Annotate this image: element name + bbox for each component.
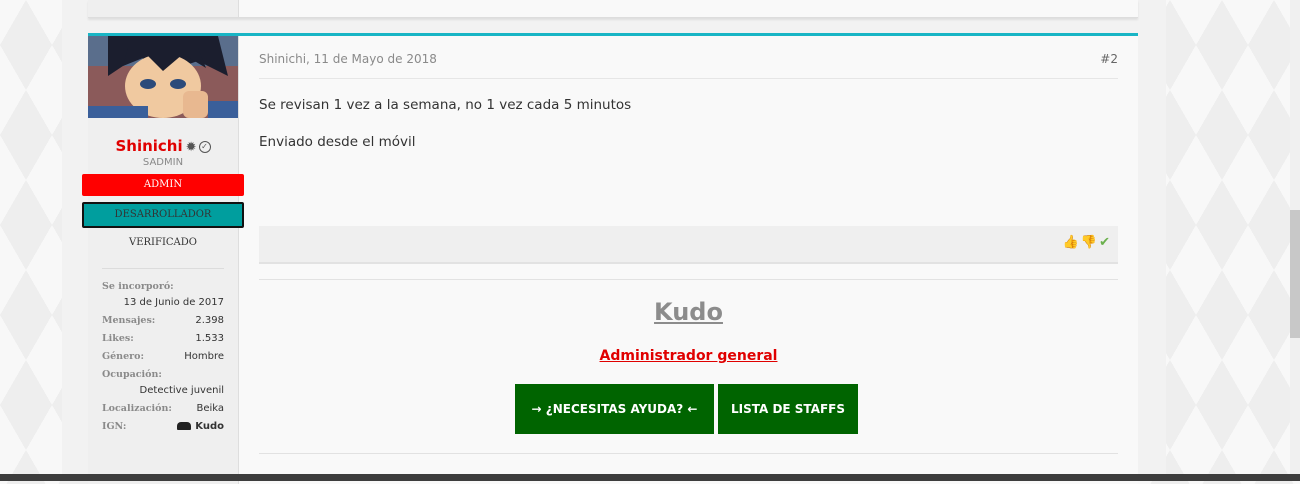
previous-post — [88, 0, 1138, 18]
location-row: Localización: Beika — [102, 403, 224, 421]
post-date[interactable]: Shinichi, 11 de Mayo de 2018 — [259, 52, 437, 66]
username[interactable]: Shinichi ✹ ✓ — [88, 137, 238, 155]
message-line-2: Enviado desde el móvil — [259, 134, 416, 150]
signature-name[interactable]: Kudo — [259, 298, 1118, 326]
gender-value: Hombre — [184, 351, 224, 362]
staff-badge-icon: ✹ — [185, 140, 197, 155]
location-value: Beika — [196, 403, 224, 414]
developer-banner: DESARROLLADOR — [82, 202, 244, 228]
occupation-value: Detective juvenil — [139, 385, 224, 396]
staff-list-button[interactable]: LISTA DE STAFFS — [718, 384, 858, 434]
scrollbar[interactable] — [1290, 0, 1300, 481]
post-permalink[interactable]: #2 — [1100, 52, 1118, 66]
gender-row: Género: Hombre — [102, 351, 224, 369]
joined-value: 13 de Junio de 2017 — [123, 297, 224, 308]
likes-row: Likes: 1.533 — [102, 333, 224, 351]
username-text[interactable]: Shinichi — [115, 137, 182, 155]
verified-banner: VERIFICADO — [129, 237, 197, 248]
like-icon[interactable]: 👍 — [1063, 235, 1079, 250]
location-label: Localización: — [102, 403, 172, 414]
verified-badge-icon: ✓ — [198, 140, 211, 153]
joined-value-row: 13 de Junio de 2017 — [102, 297, 224, 315]
ign-row: IGN: Kudo — [102, 421, 224, 439]
footer-bar — [0, 474, 1300, 481]
occupation-value-row: Detective juvenil — [102, 385, 224, 403]
likes-value: 1.533 — [195, 333, 224, 344]
ign-value-wrap: Kudo — [177, 421, 224, 432]
likes-bar: 👍 👎 ✔ — [259, 226, 1118, 264]
likes-label: Likes: — [102, 333, 134, 344]
scrollbar-thumb[interactable] — [1290, 210, 1300, 338]
avatar[interactable] — [88, 36, 238, 118]
messages-label: Mensajes: — [102, 315, 156, 326]
signature-divider — [259, 279, 1118, 280]
ign-label: IGN: — [102, 421, 127, 432]
previous-post-sidebar — [88, 0, 239, 17]
minecraft-head-icon — [177, 422, 192, 430]
occupation-label: Ocupación: — [102, 369, 162, 380]
check-icon[interactable]: ✔ — [1099, 235, 1110, 250]
user-info-column: Shinichi ✹ ✓ SADMIN ADMIN DESARROLLADOR VE… — [82, 36, 244, 484]
ign-value: Kudo — [195, 421, 224, 432]
admin-banner: ADMIN — [82, 174, 244, 196]
messages-value[interactable]: 2.398 — [195, 315, 224, 326]
signature-bottom-divider — [259, 453, 1118, 454]
forum-post: Shinichi ✹ ✓ SADMIN ADMIN DESARROLLADOR VE… — [82, 33, 1138, 484]
joined-label: Se incorporó: — [102, 281, 174, 292]
user-title: SADMIN — [142, 157, 184, 168]
messages-row: Mensajes: 2.398 — [102, 315, 224, 333]
gender-label: Género: — [102, 351, 144, 362]
reaction-icons: 👍 👎 ✔ — [1061, 235, 1110, 250]
avatar-image — [88, 36, 238, 118]
post-meta: Shinichi, 11 de Mayo de 2018 #2 — [259, 50, 1118, 79]
signature-role[interactable]: Administrador general — [259, 348, 1118, 364]
dislike-icon[interactable]: 👎 — [1081, 235, 1097, 250]
help-button[interactable]: → ¿NECESITAS AYUDA? ← — [515, 384, 714, 434]
user-extra-divider — [102, 268, 224, 269]
message-line-1: Se revisan 1 vez a la semana, no 1 vez c… — [259, 97, 632, 113]
post-content: Shinichi, 11 de Mayo de 2018 #2 Se revis… — [259, 36, 1119, 484]
